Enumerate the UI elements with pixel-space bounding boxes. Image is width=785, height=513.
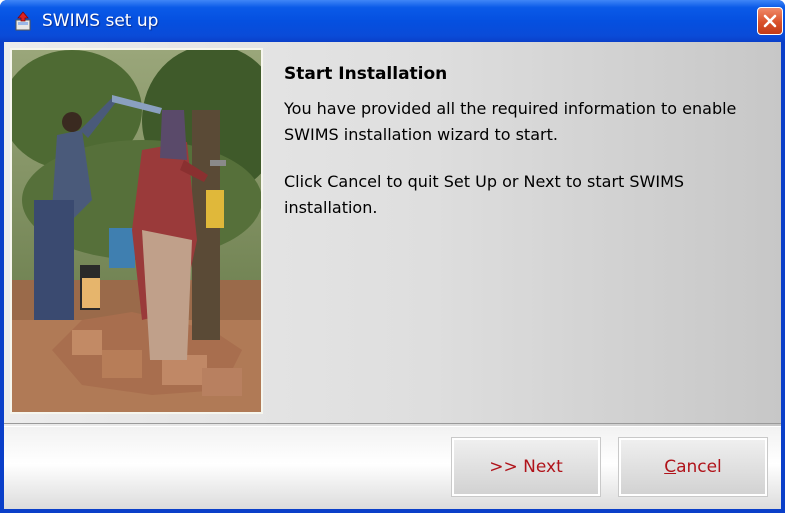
next-button[interactable]: >> Next [451, 437, 601, 497]
window-title: SWIMS set up [42, 11, 159, 31]
water-point-photo [10, 48, 263, 414]
dialog-body: Start Installation You have provided all… [4, 42, 781, 509]
page-heading: Start Installation [284, 64, 448, 84]
close-button[interactable] [757, 7, 783, 35]
cancel-label-rest: ancel [676, 457, 722, 477]
title-bar[interactable]: SWIMS set up [0, 0, 785, 42]
cancel-access-key: C [664, 457, 677, 477]
installer-icon [15, 11, 31, 31]
info-text: You have provided all the required infor… [284, 99, 737, 144]
setup-window: SWIMS set up Start Installation You have… [0, 0, 785, 513]
button-bar: >> Next Cancel [4, 427, 781, 509]
close-icon [763, 14, 777, 28]
instruction-text: Click Cancel to quit Set Up or Next to s… [284, 172, 685, 217]
cancel-button[interactable]: Cancel [618, 437, 768, 497]
